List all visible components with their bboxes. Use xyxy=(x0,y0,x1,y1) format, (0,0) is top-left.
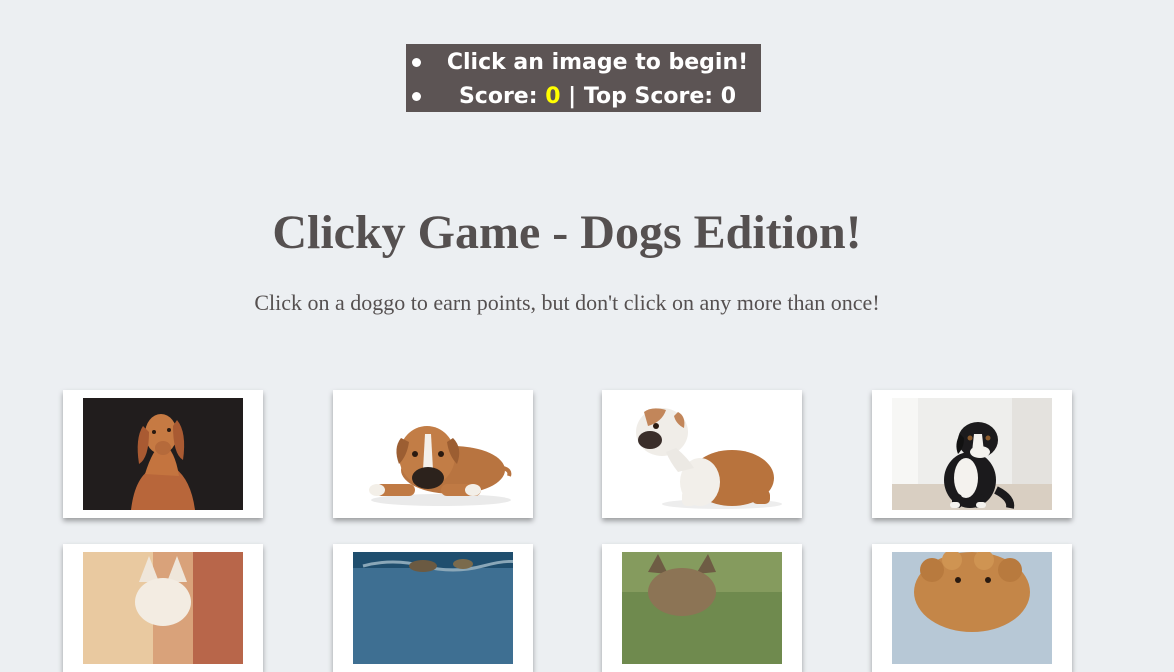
poodle-dog-photo[interactable] xyxy=(892,552,1052,664)
game-message-text: Click an image to begin! xyxy=(446,50,749,75)
chihuahua-dog-photo[interactable] xyxy=(83,552,243,664)
dog-card-2[interactable] xyxy=(333,390,533,518)
score-label: Score: xyxy=(458,84,538,109)
score-line: Score: 0 | Top Score: 0 xyxy=(406,78,761,112)
dog-card-7[interactable] xyxy=(602,544,802,672)
vizsla-dog-photo[interactable] xyxy=(83,398,243,510)
top-score-label: Top Score: xyxy=(583,84,714,109)
score-value: 0 xyxy=(545,84,561,109)
dog-card-3[interactable] xyxy=(602,390,802,518)
bullet-icon xyxy=(412,58,421,67)
page-subtitle: Click on a doggo to earn points, but don… xyxy=(254,290,880,315)
dog-card-5[interactable] xyxy=(63,544,263,672)
bernese-mountain-dog-photo[interactable] xyxy=(892,398,1052,510)
dog-card-6[interactable] xyxy=(333,544,533,672)
score-nav: Click an image to begin! Score: 0 | Top … xyxy=(406,44,761,112)
top-score-value: 0 xyxy=(720,84,737,109)
bulldog-photo[interactable] xyxy=(622,398,782,510)
dog-card-8[interactable] xyxy=(872,544,1072,672)
game-message: Click an image to begin! xyxy=(406,44,761,78)
yorkie-dog-photo[interactable] xyxy=(622,552,782,664)
score-separator: | xyxy=(568,84,577,109)
score-nav-list: Click an image to begin! Score: 0 | Top … xyxy=(406,44,761,112)
boxer-dog-photo[interactable] xyxy=(353,398,513,510)
page-title: Clicky Game - Dogs Edition! xyxy=(272,206,862,259)
bullet-icon xyxy=(412,92,421,101)
dog-card-4[interactable] xyxy=(872,390,1072,518)
dog-card-1[interactable] xyxy=(63,390,263,518)
dog-in-water-photo[interactable] xyxy=(353,552,513,664)
